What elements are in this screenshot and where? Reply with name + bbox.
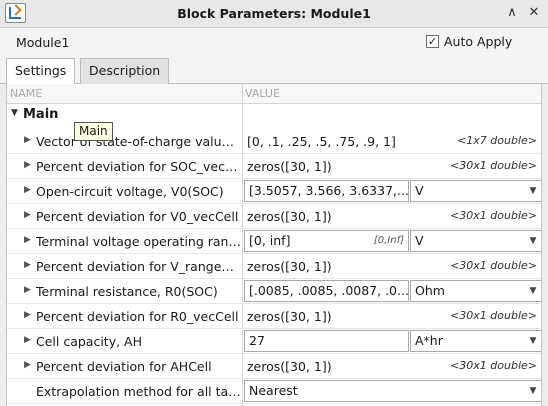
param-dims: <30x1 double> [450,259,537,272]
chevron-down-icon[interactable]: ▼ [524,281,541,301]
param-row-v0-deviation: ▶ Percent deviation for V0_vecCell zeros… [7,204,541,229]
param-dims: <30x1 double> [450,159,537,172]
unit-value: V [415,183,424,198]
unit-value: V [415,233,424,248]
param-row-soc-deviation: ▶ Percent deviation for SOC_vecCell zero… [7,154,541,179]
chevron-down-icon[interactable]: ▼ [524,181,541,201]
tab-settings[interactable]: Settings [6,58,76,85]
param-value[interactable]: zeros([30, 1]) [247,259,332,274]
param-value[interactable]: zeros([30, 1]) [247,209,332,224]
param-dims: <30x1 double> [450,359,537,372]
param-dims: <30x1 double> [450,209,537,222]
collapse-arrow-icon[interactable]: ▶ [24,185,31,195]
param-value[interactable]: zeros([30, 1]) [247,359,332,374]
param-value: [0, inf] [249,233,291,248]
auto-apply-checkbox[interactable]: ✓ [426,35,439,48]
param-name: Vector of state-of-charge values, SOC_ve… [36,134,241,149]
chevron-down-icon[interactable]: ▼ [524,331,541,351]
param-row-ah-deviation: ▶ Percent deviation for AHCell zeros([30… [7,354,541,379]
expand-arrow-icon[interactable]: ▼ [11,108,18,118]
close-button[interactable]: ✕ [525,4,543,22]
param-name: Percent deviation for SOC_vecCell [36,159,241,174]
param-row-open-circuit-voltage: ▶ Open-circuit voltage, V0(SOC) [3.5057,… [7,179,541,204]
unit-value: A*hr [415,333,443,348]
param-value-field[interactable]: [0, inf] [0,Inf] [244,230,409,252]
chevron-down-icon[interactable]: ▼ [524,231,541,251]
param-name: Terminal voltage operating range [36,234,241,249]
collapse-arrow-icon[interactable]: ▶ [24,210,31,220]
param-name: Cell capacity, AH [36,334,143,349]
param-row-v-range-deviation: ▶ Percent deviation for V_rangeCell zero… [7,254,541,279]
param-value-field[interactable]: [.0085, .0085, .0087, .0... [244,280,409,302]
minimize-button[interactable]: ∧ [503,4,521,22]
param-row-extrapolation-method: Extrapolation method for all tables Near… [7,379,541,404]
param-row-cell-capacity: ▶ Cell capacity, AH 27 A*hr ▼ [7,329,541,354]
unit-dropdown[interactable]: V ▼ [410,230,541,252]
dropdown-value: Nearest [249,383,298,398]
group-label: Main [23,107,59,122]
block-name: Module1 [16,35,70,50]
tab-description[interactable]: Description [80,58,170,84]
param-row-terminal-voltage-range: ▶ Terminal voltage operating range [0, i… [7,229,541,254]
collapse-arrow-icon[interactable]: ▶ [24,360,31,370]
chevron-down-icon[interactable]: ▼ [524,381,541,401]
range-hint: [0,Inf] [373,235,404,246]
param-value[interactable]: zeros([30, 1]) [247,309,332,324]
title-bar: Block Parameters: Module1 ∧ ✕ [0,0,548,28]
collapse-arrow-icon[interactable]: ▶ [24,335,31,345]
collapse-arrow-icon[interactable]: ▶ [24,310,31,320]
unit-value: Ohm [415,283,445,298]
param-name: Extrapolation method for all tables [36,384,241,399]
param-row-terminal-resistance: ▶ Terminal resistance, R0(SOC) [.0085, .… [7,279,541,304]
param-value-field[interactable]: [3.5057, 3.566, 3.6337,... [244,180,409,202]
param-name: Open-circuit voltage, V0(SOC) [36,184,224,199]
param-name: Percent deviation for R0_vecCell [36,309,239,324]
param-value[interactable]: [0, .1, .25, .5, .75, .9, 1] [247,134,396,149]
tooltip: Main [74,122,113,141]
extrapolation-dropdown[interactable]: Nearest ▼ [244,380,541,402]
collapse-arrow-icon[interactable]: ▶ [24,260,31,270]
unit-dropdown[interactable]: A*hr ▼ [410,330,541,352]
param-name: Percent deviation for V_rangeCell [36,259,241,274]
collapse-arrow-icon[interactable]: ▶ [24,235,31,245]
param-name: Percent deviation for V0_vecCell [36,209,239,224]
collapse-arrow-icon[interactable]: ▶ [24,160,31,170]
auto-apply-label[interactable]: Auto Apply [444,34,512,49]
collapse-arrow-icon[interactable]: ▶ [24,285,31,295]
param-value-field[interactable]: 27 [244,330,409,352]
param-row-r0-deviation: ▶ Percent deviation for R0_vecCell zeros… [7,304,541,329]
param-name: Terminal resistance, R0(SOC) [36,284,218,299]
param-value[interactable]: zeros([30, 1]) [247,159,332,174]
collapse-arrow-icon[interactable]: ▶ [24,135,31,145]
param-dims: <30x1 double> [450,309,537,322]
unit-dropdown[interactable]: V ▼ [410,180,541,202]
param-dims: <1x7 double> [457,134,537,147]
param-name: Percent deviation for AHCell [36,359,212,374]
block-header: Module1 ✓ Auto Apply [0,28,548,56]
column-header-name[interactable]: NAME [7,84,242,104]
window-title: Block Parameters: Module1 [177,6,371,21]
column-header-value[interactable]: VALUE [242,84,541,104]
unit-dropdown[interactable]: Ohm ▼ [410,280,541,302]
tab-bar: Settings Description [0,56,548,85]
